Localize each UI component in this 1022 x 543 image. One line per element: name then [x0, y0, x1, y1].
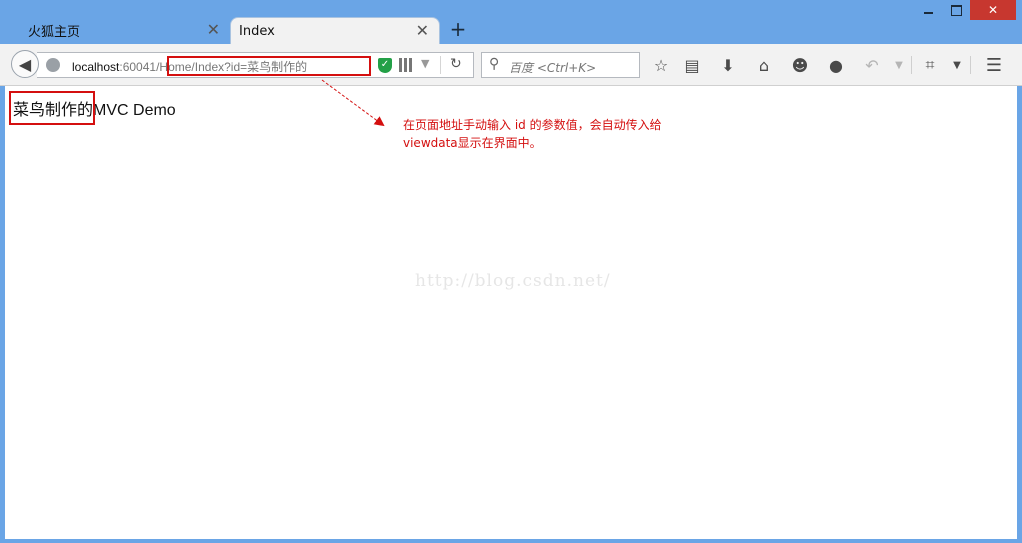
back-arrow-icon: ◀ — [18, 54, 32, 74]
search-box[interactable]: ⚲ 百度 <Ctrl+K> — [481, 52, 640, 78]
search-placeholder: 百度 <Ctrl+K> — [509, 61, 597, 75]
divider — [440, 56, 441, 74]
shield-icon[interactable]: ✓ — [378, 58, 392, 73]
nav-bar: localhost:60041/Home/Index?id=菜鸟制作的 ✓ ▼ … — [0, 44, 1022, 86]
url-bar[interactable]: localhost:60041/Home/Index?id=菜鸟制作的 ✓ ▼ … — [37, 52, 474, 78]
divider — [911, 56, 912, 74]
watermark: http://blog.csdn.net/ — [415, 271, 611, 291]
close-tab-icon[interactable]: ✕ — [416, 23, 429, 39]
close-tab-icon[interactable]: ✕ — [207, 22, 220, 38]
star-icon[interactable]: ☆ — [650, 54, 672, 76]
menu-icon[interactable]: ☰ — [983, 54, 1005, 76]
reload-icon[interactable]: ↻ — [450, 56, 462, 72]
crop-dropdown-icon[interactable]: ▼ — [946, 54, 968, 76]
chat-icon[interactable]: ● — [825, 54, 847, 76]
heading-suffix: MVC Demo — [93, 102, 176, 119]
window-controls: ✕ — [914, 0, 1016, 20]
home-icon[interactable]: ⌂ — [753, 54, 775, 76]
chevron-down-icon[interactable]: ▼ — [421, 57, 429, 70]
annotation-line: viewdata显示在界面中。 — [403, 136, 542, 150]
annotation-line: 在页面地址手动输入 id 的参数值，会自动传入给 — [403, 118, 662, 132]
close-window-button[interactable]: ✕ — [970, 0, 1016, 20]
tab-index[interactable]: Index ✕ — [230, 17, 440, 44]
undo-dropdown-icon[interactable]: ▼ — [888, 54, 910, 76]
reading-list-icon[interactable]: ▤ — [681, 54, 703, 76]
annotation-text: 在页面地址手动输入 id 的参数值，会自动传入给 viewdata显示在界面中。 — [403, 116, 713, 152]
smiley-icon[interactable]: ☻ — [789, 54, 811, 76]
tab-firefox-home[interactable]: 火狐主页 ✕ — [10, 17, 230, 44]
minimize-button[interactable] — [914, 0, 942, 20]
url-host: localhost — [72, 60, 120, 74]
tab-label: Index — [239, 23, 275, 39]
heading-highlight-box — [9, 91, 95, 125]
back-button[interactable]: ◀ — [11, 50, 39, 78]
globe-icon — [46, 58, 60, 72]
divider — [970, 56, 971, 74]
undo-icon[interactable]: ↶ — [861, 54, 883, 76]
download-icon[interactable]: ⬇ — [717, 54, 739, 76]
page-content: 菜鸟制作的MVC Demo 在页面地址手动输入 id 的参数值，会自动传入给 v… — [5, 86, 1017, 539]
title-bar: 火狐主页 ✕ Index ✕ + ✕ — [0, 0, 1022, 44]
window-border — [0, 539, 1022, 543]
tab-label: 火狐主页 — [28, 25, 81, 40]
new-tab-icon[interactable]: + — [448, 19, 468, 41]
crop-icon[interactable]: ⌗ — [919, 54, 941, 76]
search-icon: ⚲ — [489, 56, 500, 72]
qr-icon[interactable] — [399, 58, 413, 72]
url-port: :60041/ — [119, 60, 160, 74]
url-highlight-box — [167, 56, 371, 76]
maximize-button[interactable] — [942, 0, 970, 20]
